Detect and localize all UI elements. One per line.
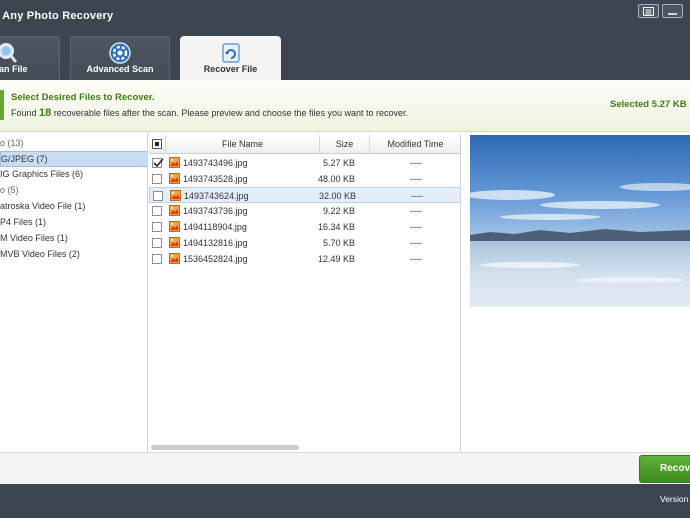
tree-label: atroska Video File (1) [0,201,86,211]
file-size-cell: 16.34 KB [317,222,355,232]
tree-group-video[interactable]: o (5) [0,183,147,198]
table-row[interactable]: 1493743624.jpg 32.00 KB ---- [149,187,460,203]
file-size-cell: 48.00 KB [317,174,355,184]
app-title: e Any Photo Recovery [0,10,114,22]
info-accent [0,90,4,120]
select-all-cell[interactable] [149,135,166,154]
modified-time-cell: ---- [410,254,422,264]
table-row[interactable]: 1493743736.jpg 9.22 KB ---- [149,203,460,219]
file-name-cell: 1494132816.jpg [183,238,248,248]
tab-recover-file[interactable]: Recover File [180,36,281,80]
tree-label: IG Graphics Files (6) [0,169,84,179]
file-name-cell: 1536452824.jpg [183,254,248,264]
file-name-cell: 1493743624.jpg [184,191,249,201]
row-checkbox[interactable] [152,222,162,232]
title-bar: e Any Photo Recovery an File Advanced Sc… [0,0,690,80]
image-file-icon [169,173,180,184]
tree-label: G/JPEG (7) [1,154,48,164]
horizontal-scrollbar[interactable] [151,445,299,450]
found-count: 18 [39,107,52,119]
file-name-cell: 1493743736.jpg [183,206,248,216]
tree-label: o (5) [0,185,19,195]
info-bar: Select Desired Files to Recover. Found 1… [0,80,690,132]
recover-button[interactable]: Recove [639,455,690,483]
tree-label: o (13) [0,138,24,148]
tree-item-m-video[interactable]: M Video Files (1) [0,231,147,246]
column-size[interactable]: Size [320,135,370,154]
row-checkbox[interactable] [153,191,163,201]
file-size-cell: 5.70 KB [322,238,355,248]
table-row[interactable]: 1494132816.jpg 5.70 KB ---- [149,235,460,251]
info-text: Found 18 recoverable files after the sca… [11,107,408,119]
version-label: Version 9 [660,494,690,504]
tree-item-mp4[interactable]: P4 Files (1) [0,215,147,230]
tab-advanced-scan[interactable]: Advanced Scan [70,36,170,80]
modified-time-cell: ---- [410,222,422,232]
file-size-cell: 5.27 KB [322,158,355,168]
minimize-icon [668,13,677,15]
tree-label: M Video Files (1) [0,233,68,243]
photo-preview [470,135,690,307]
table-row[interactable]: 1536452824.jpg 12.49 KB ---- [149,251,460,267]
file-name-cell: 1493743528.jpg [183,174,248,184]
tab-label: an File [0,64,28,74]
main-area: o (13) G/JPEG (7) IG Graphics Files (6) … [0,133,690,452]
tree-label: P4 Files (1) [0,217,47,227]
status-bar: Version 9 [0,484,690,518]
row-checkbox[interactable] [152,206,162,216]
column-file-name[interactable]: File Name [166,135,320,154]
minimize-button[interactable] [662,4,683,18]
image-file-icon [169,221,180,232]
image-file-icon [169,205,180,216]
file-list-header: File Name Size Modified Time [149,135,460,154]
file-type-tree[interactable]: o (13) G/JPEG (7) IG Graphics Files (6) … [0,133,148,452]
tab-label: Advanced Scan [86,64,154,74]
modified-time-cell: ---- [410,206,422,216]
selected-size: Selected 5.27 KB in [610,99,690,110]
gear-scan-icon [109,42,131,64]
recover-icon [221,43,240,63]
modified-time-cell: ---- [410,174,422,184]
checkmark-icon [153,158,164,168]
tree-label: MVB Video Files (2) [0,249,80,259]
row-checkbox[interactable] [152,254,162,264]
list-icon [643,7,654,16]
found-prefix: Found [11,108,37,118]
file-name-cell: 1494118904.jpg [183,222,247,232]
menu-button[interactable] [638,4,659,18]
file-size-cell: 9.22 KB [322,206,355,216]
file-name-cell: 1493743496.jpg [183,158,248,168]
column-modified-time[interactable]: Modified Time [370,135,460,154]
tab-scan-file[interactable]: an File [0,36,60,80]
image-file-icon [169,237,180,248]
tree-group-photo[interactable]: o (13) [0,136,147,151]
tree-item-jpeg[interactable]: G/JPEG (7) [0,151,147,167]
image-file-icon [169,157,180,168]
table-row[interactable]: 1493743528.jpg 48.00 KB ---- [149,171,460,187]
file-size-cell: 32.00 KB [318,191,356,201]
tab-label: Recover File [203,64,258,74]
row-checkbox[interactable] [152,174,162,184]
select-all-checkbox[interactable] [152,139,162,149]
table-row[interactable]: 1493743496.jpg 5.27 KB ---- [149,155,460,171]
image-file-icon [170,190,181,201]
file-size-cell: 12.49 KB [317,254,355,264]
tree-item-png[interactable]: IG Graphics Files (6) [0,167,147,182]
tree-item-rmvb[interactable]: MVB Video Files (2) [0,247,147,262]
image-file-icon [169,253,180,264]
tree-item-mkv[interactable]: atroska Video File (1) [0,199,147,214]
row-checkbox[interactable] [152,238,162,248]
modified-time-cell: ---- [410,238,422,248]
preview-pane [462,133,690,452]
magnifier-icon [0,43,17,63]
modified-time-cell: ---- [410,158,422,168]
table-row[interactable]: 1494118904.jpg 16.34 KB ---- [149,219,460,235]
modified-time-cell: ---- [411,191,423,201]
action-bar: k Recove [0,452,690,484]
file-list: File Name Size Modified Time 1493743496.… [149,134,461,452]
found-suffix: recoverable files after the scan. Please… [53,108,409,118]
info-title: Select Desired Files to Recover. [11,92,155,103]
row-checkbox[interactable] [152,158,164,168]
